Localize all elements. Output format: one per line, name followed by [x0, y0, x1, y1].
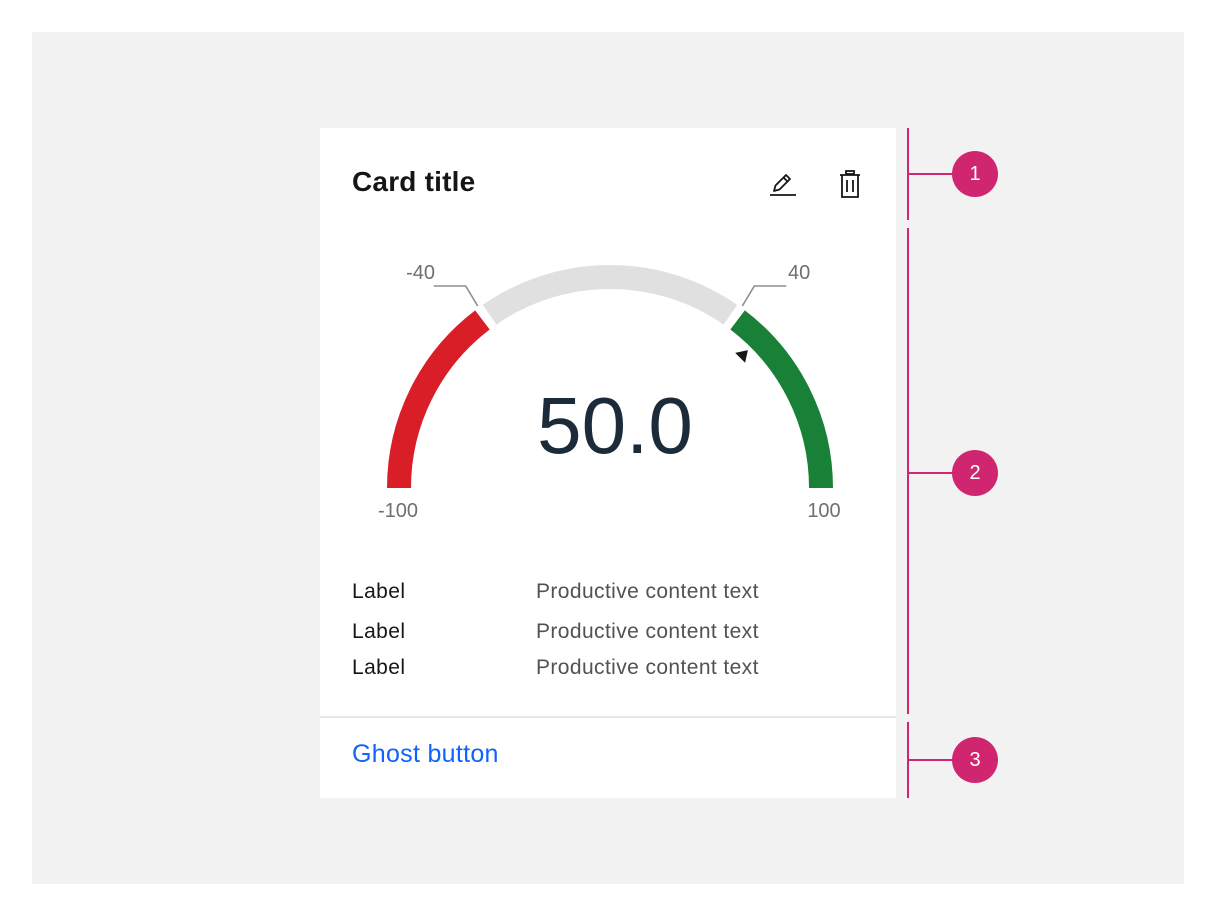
gauge: -40 40 -100 100	[378, 262, 841, 522]
callout-leader-footer	[908, 759, 954, 761]
detail-label: Label	[352, 580, 406, 603]
callout-badge-body: 2	[952, 450, 998, 496]
callout-bracket-body	[907, 228, 909, 714]
callout-leader-header	[908, 173, 954, 175]
detail-value: Productive content text	[536, 620, 759, 643]
card: Card title -40 40 -100 100 50.0 Label Pr…	[320, 128, 896, 798]
detail-value: Productive content text	[536, 580, 759, 603]
ghost-button[interactable]: Ghost button	[352, 740, 499, 769]
detail-row: Label Productive content text	[352, 656, 872, 684]
min-label: -100	[378, 500, 418, 522]
gauge-arc-mid	[482, 265, 738, 325]
footer-divider	[320, 716, 896, 718]
detail-row: Label Productive content text	[352, 580, 872, 608]
callout-badge-footer: 3	[952, 737, 998, 783]
callout-leader-body	[908, 472, 954, 474]
detail-label: Label	[352, 656, 406, 679]
threshold-label-low: -40	[406, 262, 435, 284]
gauge-value: 50.0	[537, 381, 693, 470]
threshold-leader-low	[433, 285, 479, 307]
detail-label: Label	[352, 620, 406, 643]
gauge-value-marker	[735, 350, 748, 363]
max-label: 100	[807, 500, 840, 522]
threshold-label-high: 40	[788, 262, 810, 284]
threshold-leader-high	[741, 285, 787, 307]
detail-row: Label Productive content text	[352, 620, 872, 648]
detail-value: Productive content text	[536, 656, 759, 679]
callout-badge-header: 1	[952, 151, 998, 197]
